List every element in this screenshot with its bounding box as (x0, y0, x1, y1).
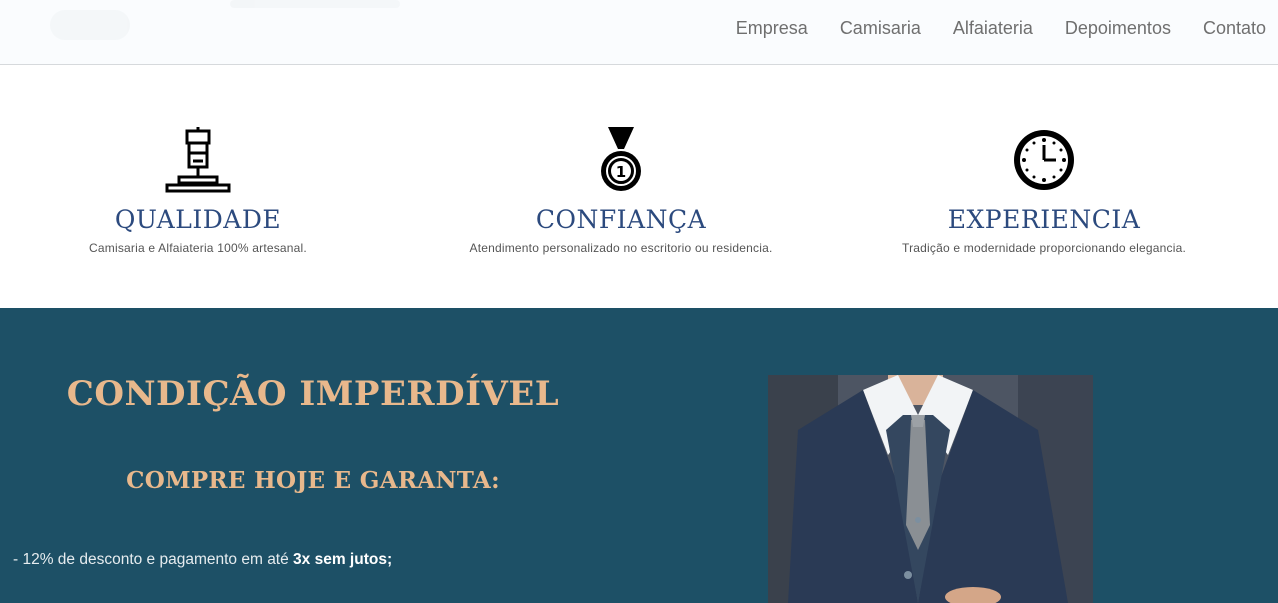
feature-text: Camisaria e Alfaiateria 100% artesanal. (89, 241, 307, 255)
promo-section: CONDIÇÃO IMPERDÍVEL COMPRE HOJE E GARANT… (0, 308, 1278, 603)
feature-title: EXPERIENCIA (947, 205, 1141, 234)
feature-text: Tradição e modernidade proporcionando el… (901, 241, 1186, 255)
feature-quality: QUALIDADE Camisaria e Alfaiateria 100% a… (18, 127, 378, 255)
feature-text: Atendimento personalizado no escritorio … (469, 241, 773, 255)
feature-title: QUALIDADE (114, 205, 282, 234)
sewing-machine-icon (165, 127, 231, 193)
main-nav: Empresa Camisaria Alfaiateria Depoimento… (704, 17, 1266, 39)
nav-link-camisaria[interactable]: Camisaria (840, 17, 921, 39)
feature-experience: EXPERIENCIA Tradição e modernidade propo… (864, 127, 1224, 255)
promo-offer-text: - 12% de desconto e pagamento em até 3x … (13, 551, 393, 568)
medal-icon: 1 (601, 127, 641, 191)
svg-text:1: 1 (616, 163, 626, 181)
site-header: Empresa Camisaria Alfaiateria Depoimento… (0, 0, 1278, 65)
logo-watermark (30, 0, 430, 60)
features-section: QUALIDADE Camisaria e Alfaiateria 100% a… (0, 65, 1278, 308)
nav-link-alfaiateria[interactable]: Alfaiateria (953, 17, 1033, 39)
nav-link-depoimentos[interactable]: Depoimentos (1065, 17, 1171, 39)
clock-icon (1014, 130, 1074, 190)
promo-title: CONDIÇÃO IMPERDÍVEL (66, 374, 560, 414)
feature-trust: 1 CONFIANÇA Atendimento personalizado no… (441, 127, 801, 255)
suit-man-photo (768, 375, 1093, 603)
promo-subtitle: COMPRE HOJE E GARANTA: (126, 467, 500, 494)
nav-link-contato[interactable]: Contato (1203, 17, 1266, 39)
nav-link-empresa[interactable]: Empresa (736, 17, 808, 39)
feature-title: CONFIANÇA (535, 205, 707, 234)
